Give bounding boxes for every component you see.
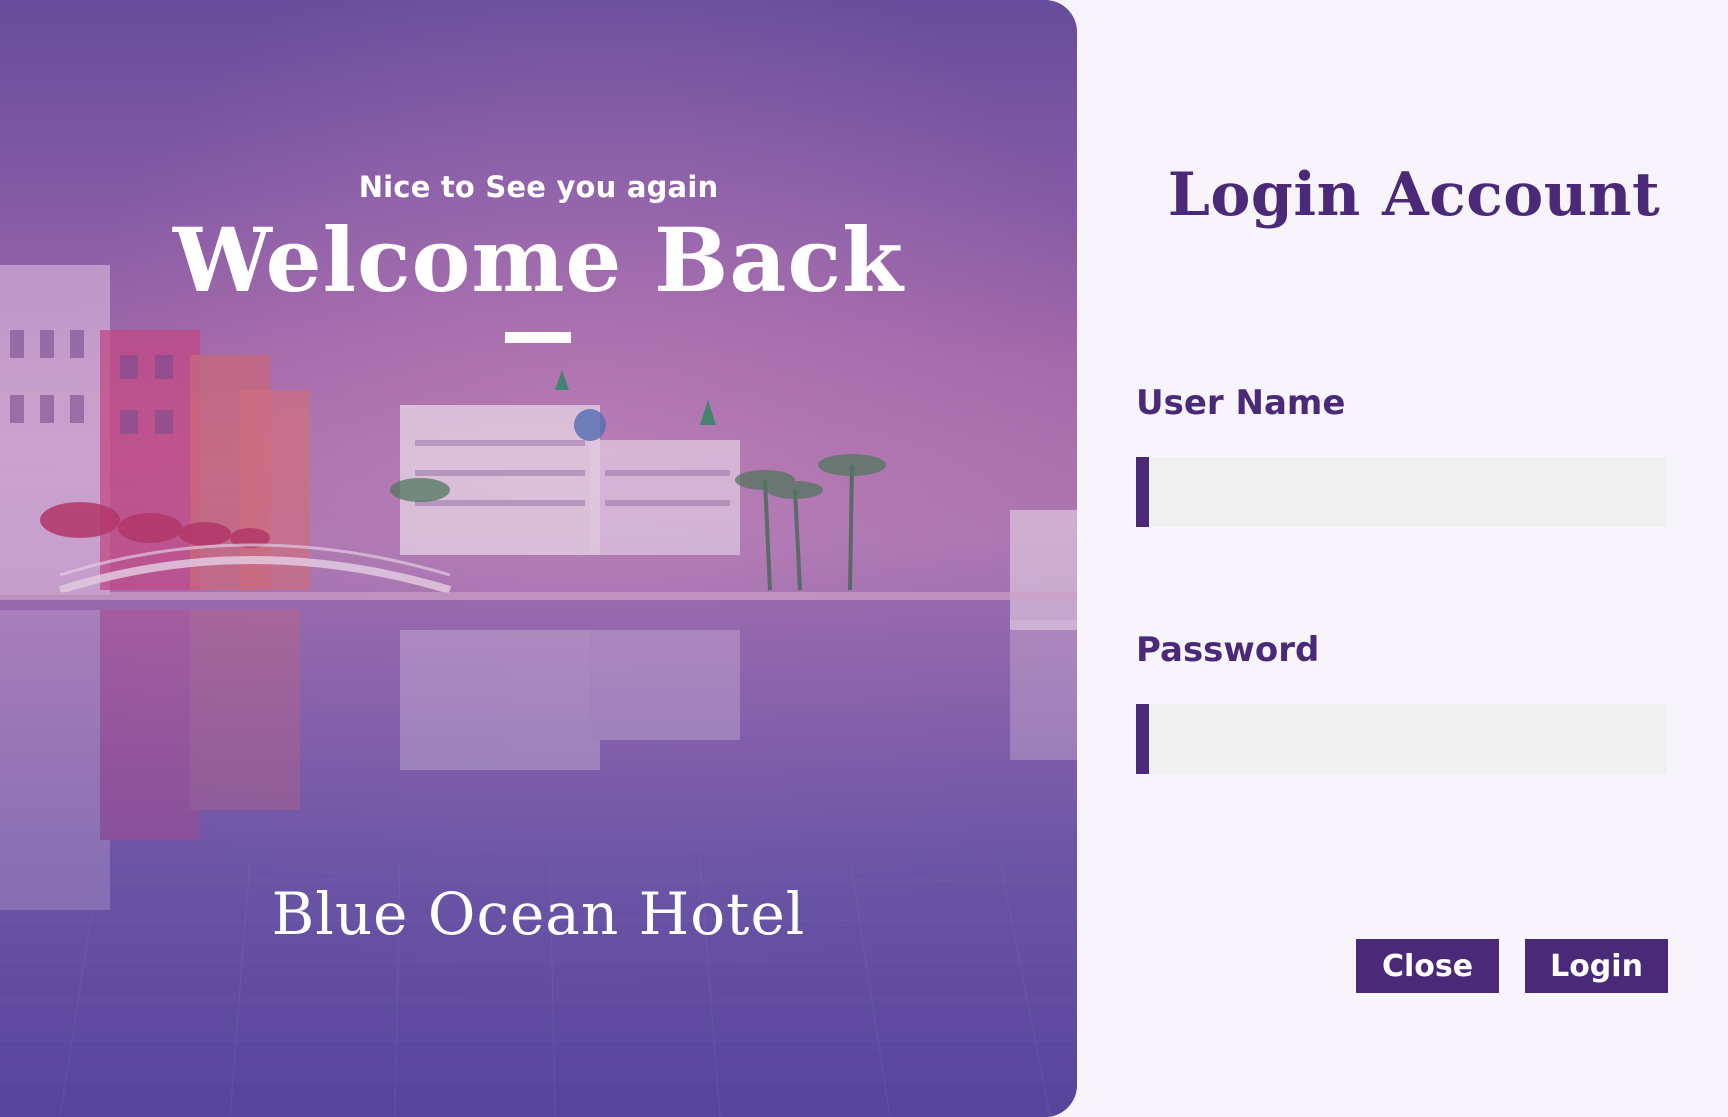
hero-color-overlay	[0, 0, 1077, 1117]
password-input[interactable]	[1136, 704, 1667, 774]
login-button[interactable]: Login	[1525, 939, 1668, 993]
login-page: Nice to See you again Welcome Back Blue …	[0, 0, 1728, 1117]
greeting-text: Nice to See you again	[358, 170, 719, 204]
heading-underline	[505, 332, 571, 343]
username-label: User Name	[1136, 383, 1346, 423]
password-label: Password	[1136, 630, 1320, 670]
close-button[interactable]: Close	[1356, 939, 1499, 993]
hotel-name: Blue Ocean Hotel	[271, 880, 806, 948]
username-input[interactable]	[1136, 457, 1667, 527]
hero-panel: Nice to See you again Welcome Back Blue …	[0, 0, 1077, 1117]
welcome-heading: Welcome Back	[172, 208, 905, 312]
login-title: Login Account	[1167, 160, 1661, 230]
